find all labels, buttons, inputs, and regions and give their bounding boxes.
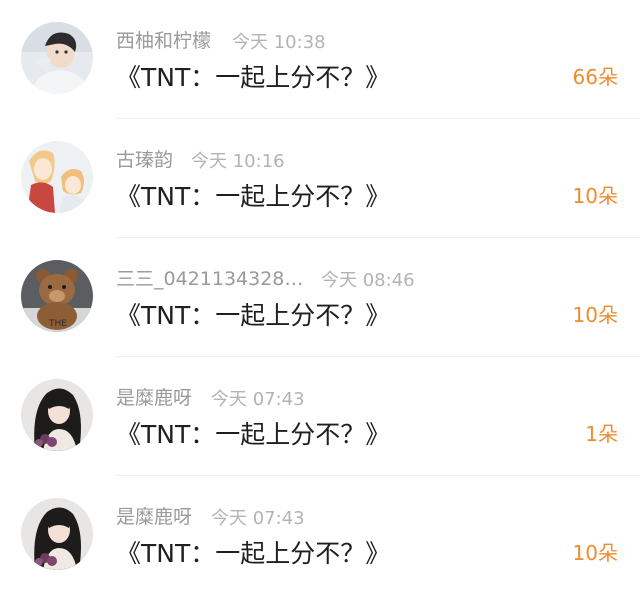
user-name[interactable]: 是糜鹿呀: [116, 502, 192, 529]
flower-count: 10朵: [572, 541, 618, 565]
user-name[interactable]: 是糜鹿呀: [116, 383, 192, 410]
flower-count: 1朵: [585, 422, 618, 446]
gift-message: 《TNT：一起上分不？》: [116, 182, 391, 211]
gift-message: 《TNT：一起上分不？》: [116, 63, 391, 92]
user-name[interactable]: 古瑧韵: [116, 145, 173, 172]
flower-count: 10朵: [572, 303, 618, 327]
gift-record-row[interactable]: 古瑧韵 今天 10:16 《TNT：一起上分不？》 10朵: [0, 119, 640, 238]
gift-record-row[interactable]: THE 三三_0421134328… 今天 08:46 《TNT：一起上分不？》…: [0, 238, 640, 357]
timestamp: 今天 07:43: [211, 389, 305, 410]
gift-message: 《TNT：一起上分不？》: [116, 539, 391, 568]
user-avatar[interactable]: [21, 22, 93, 94]
svg-text:THE: THE: [48, 319, 67, 329]
timestamp: 今天 10:38: [232, 32, 326, 53]
gift-record-row[interactable]: 是糜鹿呀 今天 07:43 《TNT：一起上分不？》 1朵: [0, 357, 640, 476]
user-name[interactable]: 西柚和柠檬: [116, 26, 211, 53]
user-avatar[interactable]: [21, 141, 93, 213]
timestamp: 今天 07:43: [211, 508, 305, 529]
user-avatar-photo-icon: [21, 379, 93, 451]
user-name[interactable]: 三三_0421134328…: [116, 264, 303, 291]
user-avatar-photo-icon: [21, 141, 93, 213]
user-avatar[interactable]: THE: [21, 260, 93, 332]
flower-count: 10朵: [572, 184, 618, 208]
timestamp: 今天 10:16: [191, 151, 285, 172]
gift-record-row[interactable]: 是糜鹿呀 今天 07:43 《TNT：一起上分不？》 10朵: [0, 476, 640, 595]
user-avatar[interactable]: [21, 379, 93, 451]
gift-message: 《TNT：一起上分不？》: [116, 420, 391, 449]
flower-count: 66朵: [572, 65, 618, 89]
gift-record-row[interactable]: 西柚和柠檬 今天 10:38 《TNT：一起上分不？》 66朵: [0, 0, 640, 119]
user-avatar-photo-icon: THE: [21, 260, 93, 332]
gift-message: 《TNT：一起上分不？》: [116, 301, 391, 330]
user-avatar[interactable]: [21, 498, 93, 570]
gift-record-list: 西柚和柠檬 今天 10:38 《TNT：一起上分不？》 66朵 古瑧韵 今天 1…: [0, 0, 640, 588]
timestamp: 今天 08:46: [321, 270, 415, 291]
user-avatar-photo-icon: [21, 498, 93, 570]
user-avatar-photo-icon: [21, 22, 93, 94]
